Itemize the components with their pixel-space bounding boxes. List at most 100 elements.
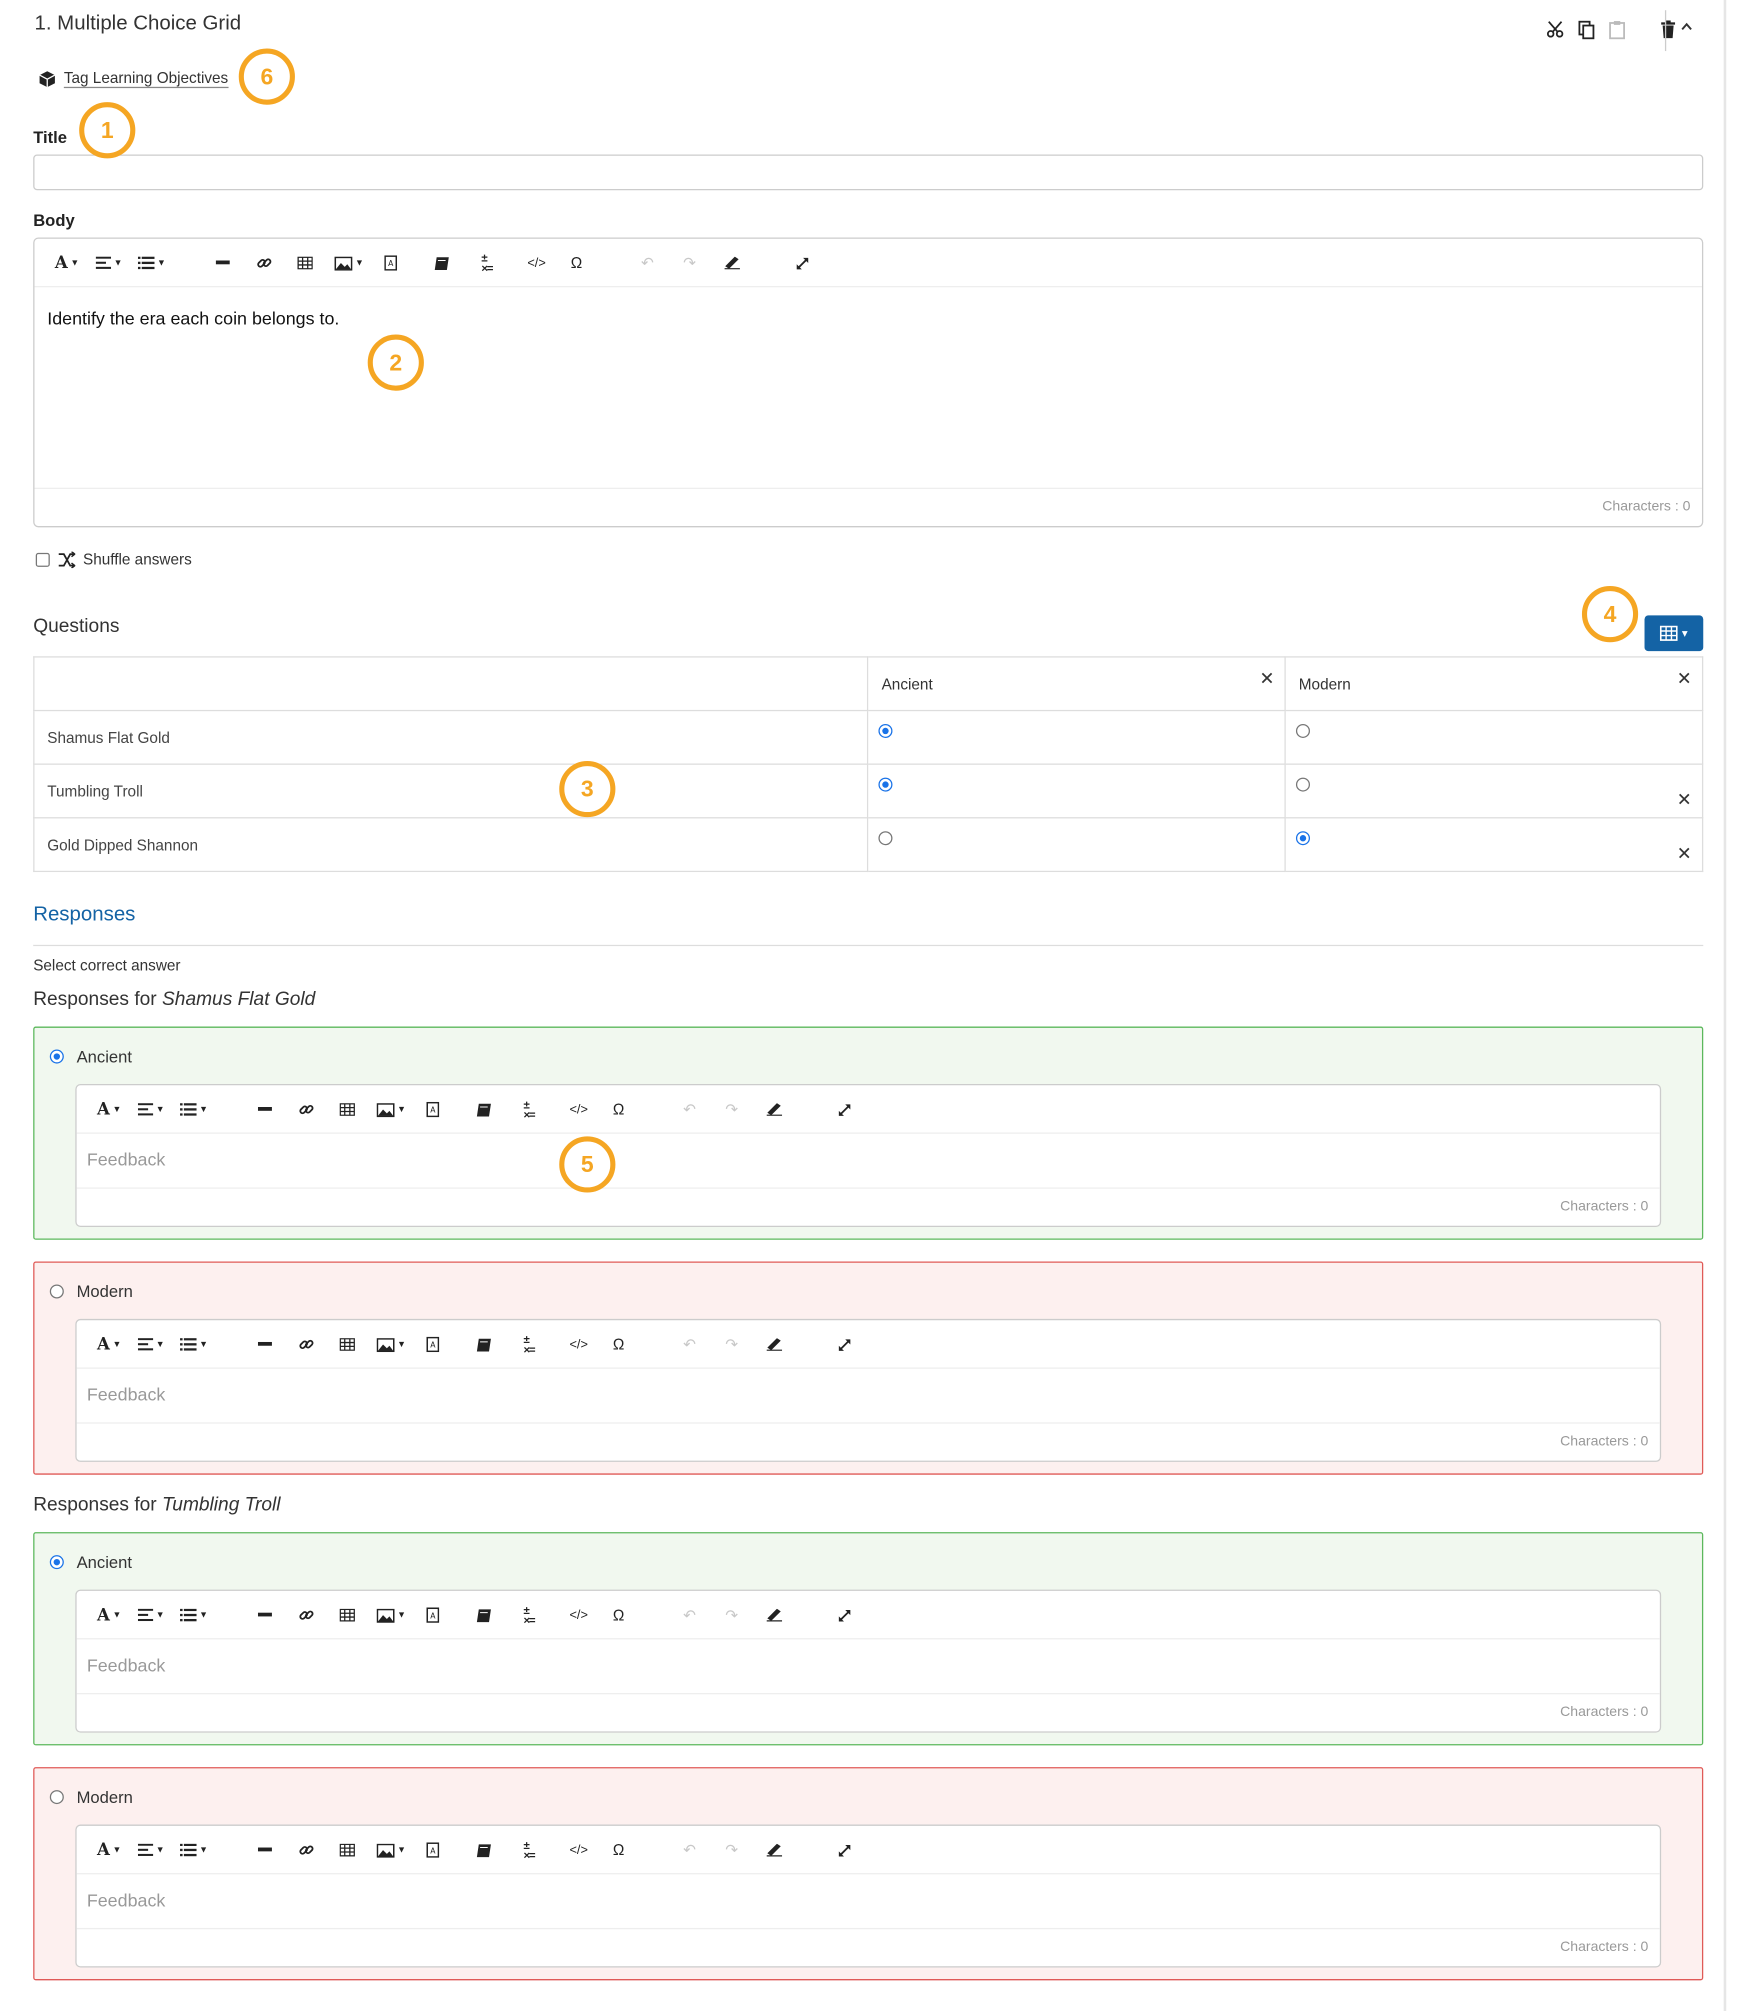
list-icon[interactable]: ▼ xyxy=(180,1605,208,1625)
response-option[interactable]: Ancient xyxy=(49,1553,132,1572)
list-icon[interactable]: ▼ xyxy=(180,1840,208,1860)
tag-learning-objectives-link[interactable]: Tag Learning Objectives xyxy=(38,69,229,89)
answer-radio[interactable] xyxy=(879,723,894,738)
special-character-icon[interactable]: Ω xyxy=(613,1099,624,1119)
math-formula-icon[interactable]: ± ×= xyxy=(481,252,493,274)
redo-icon[interactable]: ↷ xyxy=(725,1099,738,1119)
undo-icon[interactable]: ↶ xyxy=(641,253,654,273)
shuffle-answers-checkbox[interactable] xyxy=(35,552,50,567)
feedback-editor[interactable]: A ▼ ▼ ▼ ▼ A ± ×= </> Ω ↶ ↷ Feedback Characters : 0 xyxy=(75,1824,1662,1968)
response-option[interactable]: Ancient xyxy=(49,1047,132,1066)
fullscreen-icon[interactable] xyxy=(795,253,809,273)
copy-icon[interactable] xyxy=(1576,18,1596,41)
response-option[interactable]: Modern xyxy=(49,1282,133,1301)
horizontal-rule-icon[interactable] xyxy=(257,1099,272,1119)
file-icon[interactable]: A xyxy=(426,1840,440,1860)
redo-icon[interactable]: ↷ xyxy=(725,1334,738,1354)
file-icon[interactable]: A xyxy=(426,1334,440,1354)
tag-learning-objectives-label[interactable]: Tag Learning Objectives xyxy=(63,69,229,89)
undo-icon[interactable]: ↶ xyxy=(683,1605,696,1625)
horizontal-rule-icon[interactable] xyxy=(215,253,230,273)
image-icon[interactable]: ▼ xyxy=(334,253,364,273)
image-icon[interactable]: ▼ xyxy=(376,1605,406,1625)
special-character-icon[interactable]: Ω xyxy=(613,1840,624,1860)
image-icon[interactable]: ▼ xyxy=(376,1099,406,1119)
code-view-icon[interactable]: </> xyxy=(569,1334,587,1354)
glossary-book-icon[interactable] xyxy=(434,253,449,273)
paste-icon[interactable] xyxy=(1606,18,1626,41)
special-character-icon[interactable]: Ω xyxy=(571,253,582,273)
redo-icon[interactable]: ↷ xyxy=(725,1840,738,1860)
code-view-icon[interactable]: </> xyxy=(569,1099,587,1119)
remove-column-icon[interactable]: ✕ xyxy=(1677,669,1692,687)
answer-radio[interactable] xyxy=(879,831,894,846)
feedback-placeholder[interactable]: Feedback xyxy=(87,1149,166,1169)
font-style-icon[interactable]: A ▼ xyxy=(97,1099,121,1119)
glossary-book-icon[interactable] xyxy=(476,1334,491,1354)
body-editor[interactable]: A ▼ ▼ ▼ ▼ A ± ×= </> Ω ↶ ↷ Identify the era each co… xyxy=(33,237,1704,528)
undo-icon[interactable]: ↶ xyxy=(683,1840,696,1860)
remove-row-icon[interactable]: ✕ xyxy=(1677,844,1692,862)
link-icon[interactable] xyxy=(257,253,272,273)
horizontal-rule-icon[interactable] xyxy=(257,1840,272,1860)
font-style-icon[interactable]: A ▼ xyxy=(97,1334,121,1354)
special-character-icon[interactable]: Ω xyxy=(613,1605,624,1625)
align-icon[interactable]: ▼ xyxy=(95,253,122,273)
font-style-icon[interactable]: A ▼ xyxy=(97,1605,121,1625)
remove-row-icon[interactable]: ✕ xyxy=(1677,790,1692,808)
align-icon[interactable]: ▼ xyxy=(137,1099,165,1119)
feedback-placeholder[interactable]: Feedback xyxy=(87,1890,166,1910)
answer-radio[interactable] xyxy=(1296,831,1311,846)
list-icon[interactable]: ▼ xyxy=(180,1334,208,1354)
glossary-book-icon[interactable] xyxy=(476,1605,491,1625)
undo-icon[interactable]: ↶ xyxy=(683,1099,696,1119)
clear-formatting-icon[interactable] xyxy=(766,1334,783,1354)
table-icon[interactable] xyxy=(339,1605,355,1625)
shuffle-answers-option[interactable]: Shuffle answers xyxy=(35,550,192,568)
link-icon[interactable] xyxy=(299,1840,314,1860)
table-icon[interactable] xyxy=(339,1840,355,1860)
code-view-icon[interactable]: </> xyxy=(527,253,545,273)
redo-icon[interactable]: ↷ xyxy=(725,1605,738,1625)
clear-formatting-icon[interactable] xyxy=(724,253,741,273)
response-option[interactable]: Modern xyxy=(49,1788,133,1807)
answer-radio[interactable] xyxy=(879,777,894,792)
response-radio[interactable] xyxy=(49,1555,64,1570)
clear-formatting-icon[interactable] xyxy=(766,1099,783,1119)
font-style-icon[interactable]: A ▼ xyxy=(55,253,79,273)
fullscreen-icon[interactable] xyxy=(838,1840,852,1860)
link-icon[interactable] xyxy=(299,1099,314,1119)
image-icon[interactable]: ▼ xyxy=(376,1334,406,1354)
list-icon[interactable]: ▼ xyxy=(180,1099,208,1119)
special-character-icon[interactable]: Ω xyxy=(613,1334,624,1354)
body-editor-content[interactable]: Identify the era each coin belongs to. xyxy=(47,308,339,328)
feedback-editor[interactable]: A ▼ ▼ ▼ ▼ A ± ×= </> Ω ↶ ↷ Feedback Characters : 0 xyxy=(75,1589,1662,1733)
align-icon[interactable]: ▼ xyxy=(137,1334,165,1354)
image-icon[interactable]: ▼ xyxy=(376,1840,406,1860)
grid-options-button[interactable]: ▾ xyxy=(1644,615,1704,652)
fullscreen-icon[interactable] xyxy=(838,1605,852,1625)
answer-radio[interactable] xyxy=(1296,777,1311,792)
math-formula-icon[interactable]: ± ×= xyxy=(523,1099,535,1121)
file-icon[interactable]: A xyxy=(426,1099,440,1119)
response-radio[interactable] xyxy=(49,1049,64,1064)
feedback-editor[interactable]: A ▼ ▼ ▼ ▼ A ± ×= </> Ω ↶ ↷ Feedback Characters : 0 xyxy=(75,1084,1662,1228)
title-input[interactable] xyxy=(33,154,1704,191)
font-style-icon[interactable]: A ▼ xyxy=(97,1840,121,1860)
remove-column-icon[interactable]: ✕ xyxy=(1260,669,1275,687)
clear-formatting-icon[interactable] xyxy=(766,1840,783,1860)
code-view-icon[interactable]: </> xyxy=(569,1605,587,1625)
response-radio[interactable] xyxy=(49,1284,64,1299)
file-icon[interactable]: A xyxy=(426,1605,440,1625)
horizontal-rule-icon[interactable] xyxy=(257,1334,272,1354)
feedback-editor[interactable]: A ▼ ▼ ▼ ▼ A ± ×= </> Ω ↶ ↷ Feedback Characters : 0 xyxy=(75,1318,1662,1462)
align-icon[interactable]: ▼ xyxy=(137,1840,165,1860)
glossary-book-icon[interactable] xyxy=(476,1099,491,1119)
table-icon[interactable] xyxy=(339,1334,355,1354)
link-icon[interactable] xyxy=(299,1605,314,1625)
feedback-placeholder[interactable]: Feedback xyxy=(87,1384,166,1404)
math-formula-icon[interactable]: ± ×= xyxy=(523,1334,535,1356)
glossary-book-icon[interactable] xyxy=(476,1840,491,1860)
link-icon[interactable] xyxy=(299,1334,314,1354)
table-icon[interactable] xyxy=(297,253,313,273)
